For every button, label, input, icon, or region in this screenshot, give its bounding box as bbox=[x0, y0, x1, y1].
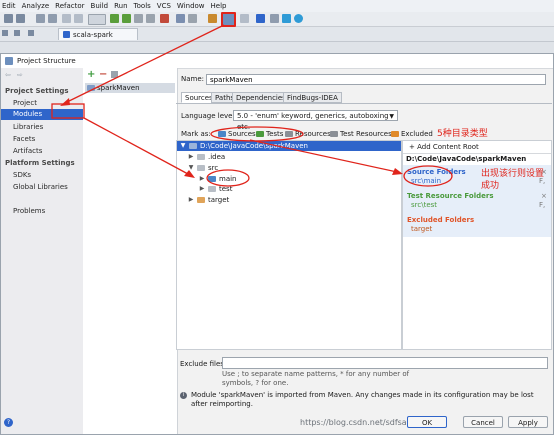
arrowhead-modules bbox=[60, 98, 70, 106]
arrowhead-main bbox=[184, 170, 195, 178]
arrow-to-source-folders bbox=[249, 139, 398, 173]
main-folder-ellipse bbox=[206, 169, 250, 187]
mark-as-ellipse bbox=[210, 126, 304, 142]
arrowhead-source-folders bbox=[392, 168, 403, 175]
arrow-to-modules bbox=[64, 24, 225, 104]
source-folders-ellipse bbox=[403, 165, 453, 187]
annotation-overlay bbox=[51, 24, 453, 187]
modules-highlight-box bbox=[51, 103, 85, 119]
arrow-to-main bbox=[83, 117, 189, 175]
